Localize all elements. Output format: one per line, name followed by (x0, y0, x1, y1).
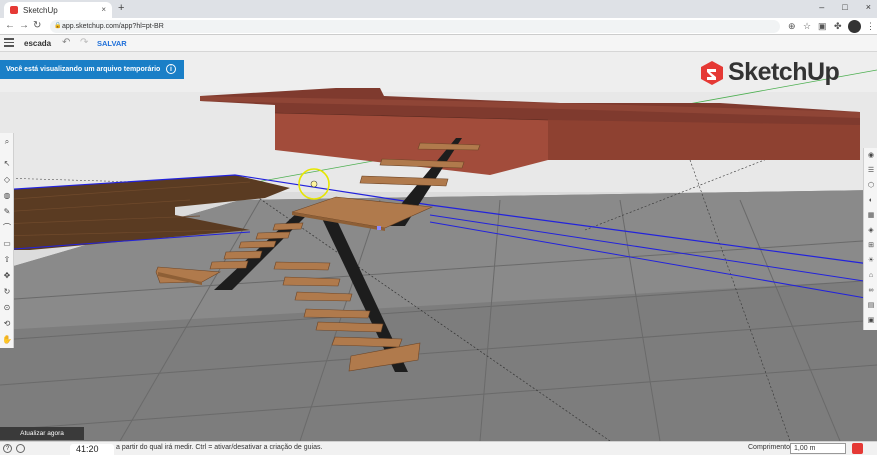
temporary-file-banner: Você está visualizando um arquivo tempor… (0, 60, 184, 79)
push-pull-icon[interactable]: ⇧ (2, 255, 12, 265)
browser-tab-bar: SketchUp × + – □ × (0, 0, 877, 18)
save-button[interactable]: SALVAR (97, 39, 127, 48)
model-viewport[interactable] (0, 52, 877, 441)
rectangle-tool-icon[interactable]: ▭ (2, 239, 12, 249)
undo-button[interactable]: ↶ (62, 37, 70, 48)
status-bar: ? a partir do qual irá medir. Ctrl = ati… (0, 441, 877, 455)
forward-button[interactable]: → (19, 20, 29, 31)
close-window-button[interactable]: × (866, 2, 871, 12)
entity-info-icon[interactable]: ◉ (866, 151, 876, 161)
file-name: escada (24, 39, 52, 48)
url-text: app.sketchup.com/app?hl=pt-BR (62, 23, 164, 30)
back-button[interactable]: ← (5, 20, 15, 31)
puzzle-icon[interactable]: ✤ (834, 21, 842, 32)
select-tool-icon[interactable]: ↖ (2, 159, 12, 169)
right-panel-strip: ◉ ☰ ⬡ ◐ ▦ ◈ ⊞ ☀ ⌂ ∞ ▤ ▣ (863, 148, 877, 330)
scene-canvas (0, 52, 877, 441)
measurement-input[interactable]: 1,00 m (790, 443, 846, 454)
tab-title: SketchUp (23, 5, 58, 15)
geolocation-icon[interactable] (16, 444, 25, 453)
pencil-tool-icon[interactable]: ✎ (2, 207, 12, 217)
extension-icon[interactable]: ▣ (818, 21, 827, 32)
move-tool-icon[interactable]: ✥ (2, 271, 12, 281)
banner-text: Você está visualizando um arquivo tempor… (6, 66, 161, 73)
styles-icon[interactable]: ▦ (866, 211, 876, 221)
update-now-button[interactable]: Atualizar agora (0, 427, 84, 440)
video-timestamp: 41:20 (70, 444, 114, 455)
sketchup-toolbar: escada ↶ ↷ SALVAR (0, 35, 877, 52)
outliner-icon[interactable]: ∞ (866, 286, 876, 296)
tape-measure-icon[interactable]: ⊙ (2, 303, 12, 313)
status-hint: a partir do qual irá medir. Ctrl = ativa… (116, 444, 323, 451)
reload-button[interactable]: ↻ (33, 20, 41, 31)
info-icon[interactable]: i (166, 64, 176, 74)
logo-text: SketchUp (728, 58, 840, 86)
window-controls: – □ × (819, 2, 871, 12)
minimize-button[interactable]: – (819, 2, 824, 12)
orbit-tool-icon[interactable]: ⟲ (2, 319, 12, 329)
shadows-icon[interactable]: ☀ (866, 256, 876, 266)
url-field[interactable]: 🔒 app.sketchup.com/app?hl=pt-BR (50, 20, 780, 33)
search-icon[interactable]: ⌕ (2, 137, 12, 147)
address-bar: ← → ↻ 🔒 app.sketchup.com/app?hl=pt-BR ⊕ … (0, 18, 877, 35)
instructor-icon[interactable]: ☰ (866, 166, 876, 176)
maximize-button[interactable]: □ (842, 2, 847, 12)
sketchup-favicon-icon (10, 6, 18, 14)
bookmark-star-icon[interactable]: ☆ (803, 21, 811, 32)
new-tab-button[interactable]: + (118, 2, 124, 14)
solid-tools-icon[interactable]: ▣ (866, 316, 876, 326)
sketchup-status-icon (852, 443, 863, 454)
components-icon[interactable]: ⬡ (866, 181, 876, 191)
eraser-tool-icon[interactable]: ◇ (2, 175, 12, 185)
translate-icon[interactable]: ⊕ (788, 21, 796, 32)
paint-bucket-icon[interactable]: ◍ (2, 191, 12, 201)
profile-avatar[interactable] (848, 20, 861, 33)
pan-tool-icon[interactable]: ✋ (2, 335, 12, 345)
rotate-tool-icon[interactable]: ↻ (2, 287, 12, 297)
arc-tool-icon[interactable]: ⌒ (2, 223, 12, 233)
sketchup-logo-icon (701, 60, 723, 85)
tags-icon[interactable]: ⌂ (866, 271, 876, 281)
display-icon[interactable]: ▤ (866, 301, 876, 311)
materials-icon[interactable]: ◐ (866, 196, 876, 206)
sketchup-logo: SketchUp (700, 58, 840, 87)
browser-tab[interactable]: SketchUp × (4, 2, 112, 18)
layers-icon[interactable]: ◈ (866, 226, 876, 236)
redo-button[interactable]: ↷ (80, 37, 88, 48)
scenes-icon[interactable]: ⊞ (866, 241, 876, 251)
more-menu-icon[interactable]: ⋮ (866, 21, 875, 32)
measurement-label: Comprimento (748, 444, 791, 451)
tab-close-icon[interactable]: × (101, 5, 106, 14)
help-icon[interactable]: ? (3, 444, 12, 453)
lock-icon: 🔒 (54, 23, 62, 29)
left-tool-strip: ⌕ ↖ ◇ ◍ ✎ ⌒ ▭ ⇧ ✥ ↻ ⊙ ⟲ ✋ (0, 133, 14, 348)
hamburger-menu-icon[interactable] (4, 38, 14, 47)
